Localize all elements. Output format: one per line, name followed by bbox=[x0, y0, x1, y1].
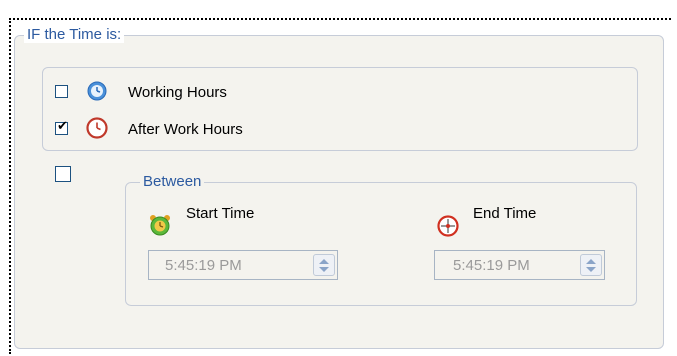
working-hours-checkbox[interactable] bbox=[55, 85, 68, 98]
timer-red-icon bbox=[437, 215, 459, 237]
between-group bbox=[125, 182, 637, 306]
time-options-group bbox=[42, 67, 638, 151]
between-group-legend: Between bbox=[140, 174, 205, 190]
if-time-group-legend: IF the Time is: bbox=[24, 27, 125, 43]
end-time-label: End Time bbox=[473, 205, 537, 222]
end-time-spin-button[interactable] bbox=[580, 254, 602, 276]
after-work-hours-label[interactable]: After Work Hours bbox=[128, 121, 243, 138]
start-time-spin-button[interactable] bbox=[313, 254, 335, 276]
clock-red-icon bbox=[86, 117, 108, 139]
after-work-hours-checkbox[interactable]: ✔ bbox=[55, 119, 68, 135]
start-time-spinner[interactable]: 5:45:19 PM bbox=[148, 250, 338, 280]
spin-down-icon[interactable] bbox=[319, 267, 329, 272]
between-enable-checkbox[interactable] bbox=[55, 166, 71, 182]
check-icon: ✔ bbox=[57, 119, 68, 134]
working-hours-label[interactable]: Working Hours bbox=[128, 84, 227, 101]
clock-blue-icon bbox=[87, 81, 107, 101]
end-time-spinner[interactable]: 5:45:19 PM bbox=[434, 250, 605, 280]
start-time-label: Start Time bbox=[186, 205, 255, 222]
end-time-value: 5:45:19 PM bbox=[453, 257, 530, 274]
spin-up-icon[interactable] bbox=[586, 259, 596, 264]
spin-down-icon[interactable] bbox=[586, 267, 596, 272]
alarm-clock-green-icon bbox=[150, 215, 170, 236]
start-time-value: 5:45:19 PM bbox=[165, 257, 242, 274]
spin-up-icon[interactable] bbox=[319, 259, 329, 264]
